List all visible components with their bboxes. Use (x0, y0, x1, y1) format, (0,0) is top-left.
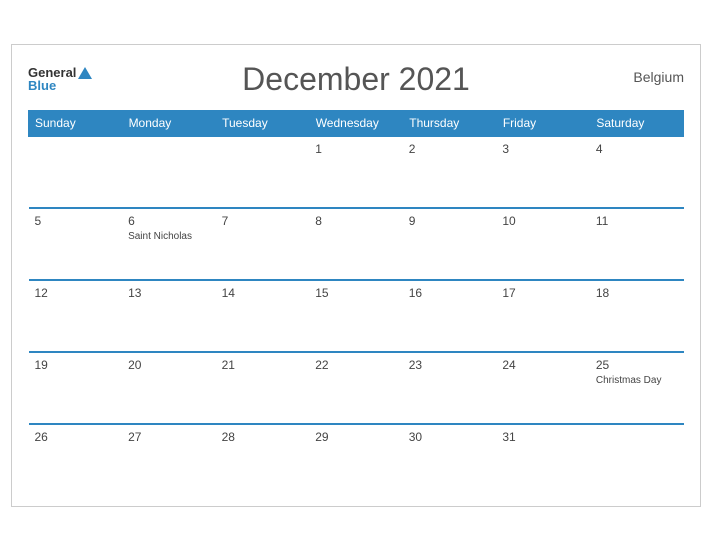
calendar-cell: 5 (29, 208, 123, 280)
day-number: 13 (128, 286, 141, 300)
weekday-friday: Friday (496, 110, 590, 136)
day-number: 5 (35, 214, 42, 228)
month-title: December 2021 (242, 61, 470, 98)
week-row-3: 12 13 14 15 16 17 18 (29, 280, 684, 352)
day-number: 16 (409, 286, 422, 300)
calendar-cell (216, 136, 310, 208)
day-number: 27 (128, 430, 141, 444)
day-number: 26 (35, 430, 48, 444)
calendar-cell: 13 (122, 280, 216, 352)
day-number: 4 (596, 142, 603, 156)
logo-triangle-icon (78, 67, 92, 79)
calendar-cell: 18 (590, 280, 684, 352)
week-row-4: 19 20 21 22 23 24 25 Christmas Day (29, 352, 684, 424)
day-number: 22 (315, 358, 328, 372)
day-number: 28 (222, 430, 235, 444)
weekday-monday: Monday (122, 110, 216, 136)
calendar-cell: 27 (122, 424, 216, 496)
calendar-cell: 31 (496, 424, 590, 496)
day-number: 17 (502, 286, 515, 300)
calendar-cell: 19 (29, 352, 123, 424)
day-number: 24 (502, 358, 515, 372)
day-number: 10 (502, 214, 515, 228)
day-number: 29 (315, 430, 328, 444)
calendar-container: General Blue December 2021 Belgium Sunda… (11, 44, 701, 507)
day-number: 31 (502, 430, 515, 444)
calendar-header: General Blue December 2021 Belgium (28, 61, 684, 98)
calendar-cell: 6 Saint Nicholas (122, 208, 216, 280)
day-number: 2 (409, 142, 416, 156)
day-number: 8 (315, 214, 322, 228)
week-row-5: 26 27 28 29 30 31 (29, 424, 684, 496)
calendar-cell: 9 (403, 208, 497, 280)
weekday-sunday: Sunday (29, 110, 123, 136)
day-number: 15 (315, 286, 328, 300)
calendar-cell: 30 (403, 424, 497, 496)
calendar-cell: 7 (216, 208, 310, 280)
calendar-cell: 4 (590, 136, 684, 208)
calendar-cell: 26 (29, 424, 123, 496)
week-row-2: 5 6 Saint Nicholas 7 8 9 10 11 (29, 208, 684, 280)
day-number: 11 (596, 214, 608, 228)
day-number: 30 (409, 430, 422, 444)
day-number: 9 (409, 214, 416, 228)
logo: General Blue (28, 66, 92, 92)
calendar-cell: 20 (122, 352, 216, 424)
calendar-cell (29, 136, 123, 208)
weekday-thursday: Thursday (403, 110, 497, 136)
calendar-cell: 23 (403, 352, 497, 424)
day-number: 18 (596, 286, 609, 300)
day-number: 14 (222, 286, 235, 300)
calendar-cell (590, 424, 684, 496)
calendar-cell: 22 (309, 352, 403, 424)
weekday-saturday: Saturday (590, 110, 684, 136)
day-number: 7 (222, 214, 229, 228)
logo-blue-text: Blue (28, 79, 92, 92)
weekday-header-row: SundayMondayTuesdayWednesdayThursdayFrid… (29, 110, 684, 136)
calendar-cell: 15 (309, 280, 403, 352)
calendar-cell: 24 (496, 352, 590, 424)
weekday-wednesday: Wednesday (309, 110, 403, 136)
day-number: 21 (222, 358, 235, 372)
calendar-table: SundayMondayTuesdayWednesdayThursdayFrid… (28, 110, 684, 496)
holiday-label: Christmas Day (596, 375, 678, 386)
calendar-cell: 12 (29, 280, 123, 352)
calendar-cell: 3 (496, 136, 590, 208)
calendar-cell: 17 (496, 280, 590, 352)
day-number: 3 (502, 142, 509, 156)
calendar-cell: 21 (216, 352, 310, 424)
calendar-cell: 28 (216, 424, 310, 496)
day-number: 20 (128, 358, 141, 372)
day-number: 12 (35, 286, 48, 300)
day-number: 19 (35, 358, 48, 372)
day-number: 23 (409, 358, 422, 372)
calendar-cell: 14 (216, 280, 310, 352)
calendar-cell: 1 (309, 136, 403, 208)
weekday-tuesday: Tuesday (216, 110, 310, 136)
calendar-cell: 11 (590, 208, 684, 280)
day-number: 6 (128, 214, 135, 228)
week-row-1: 1 2 3 4 (29, 136, 684, 208)
calendar-cell (122, 136, 216, 208)
country-label: Belgium (633, 69, 684, 85)
calendar-cell: 16 (403, 280, 497, 352)
holiday-label: Saint Nicholas (128, 231, 210, 242)
calendar-cell: 25 Christmas Day (590, 352, 684, 424)
calendar-cell: 8 (309, 208, 403, 280)
day-number: 1 (315, 142, 322, 156)
calendar-cell: 29 (309, 424, 403, 496)
day-number: 25 (596, 358, 609, 372)
calendar-cell: 10 (496, 208, 590, 280)
calendar-cell: 2 (403, 136, 497, 208)
